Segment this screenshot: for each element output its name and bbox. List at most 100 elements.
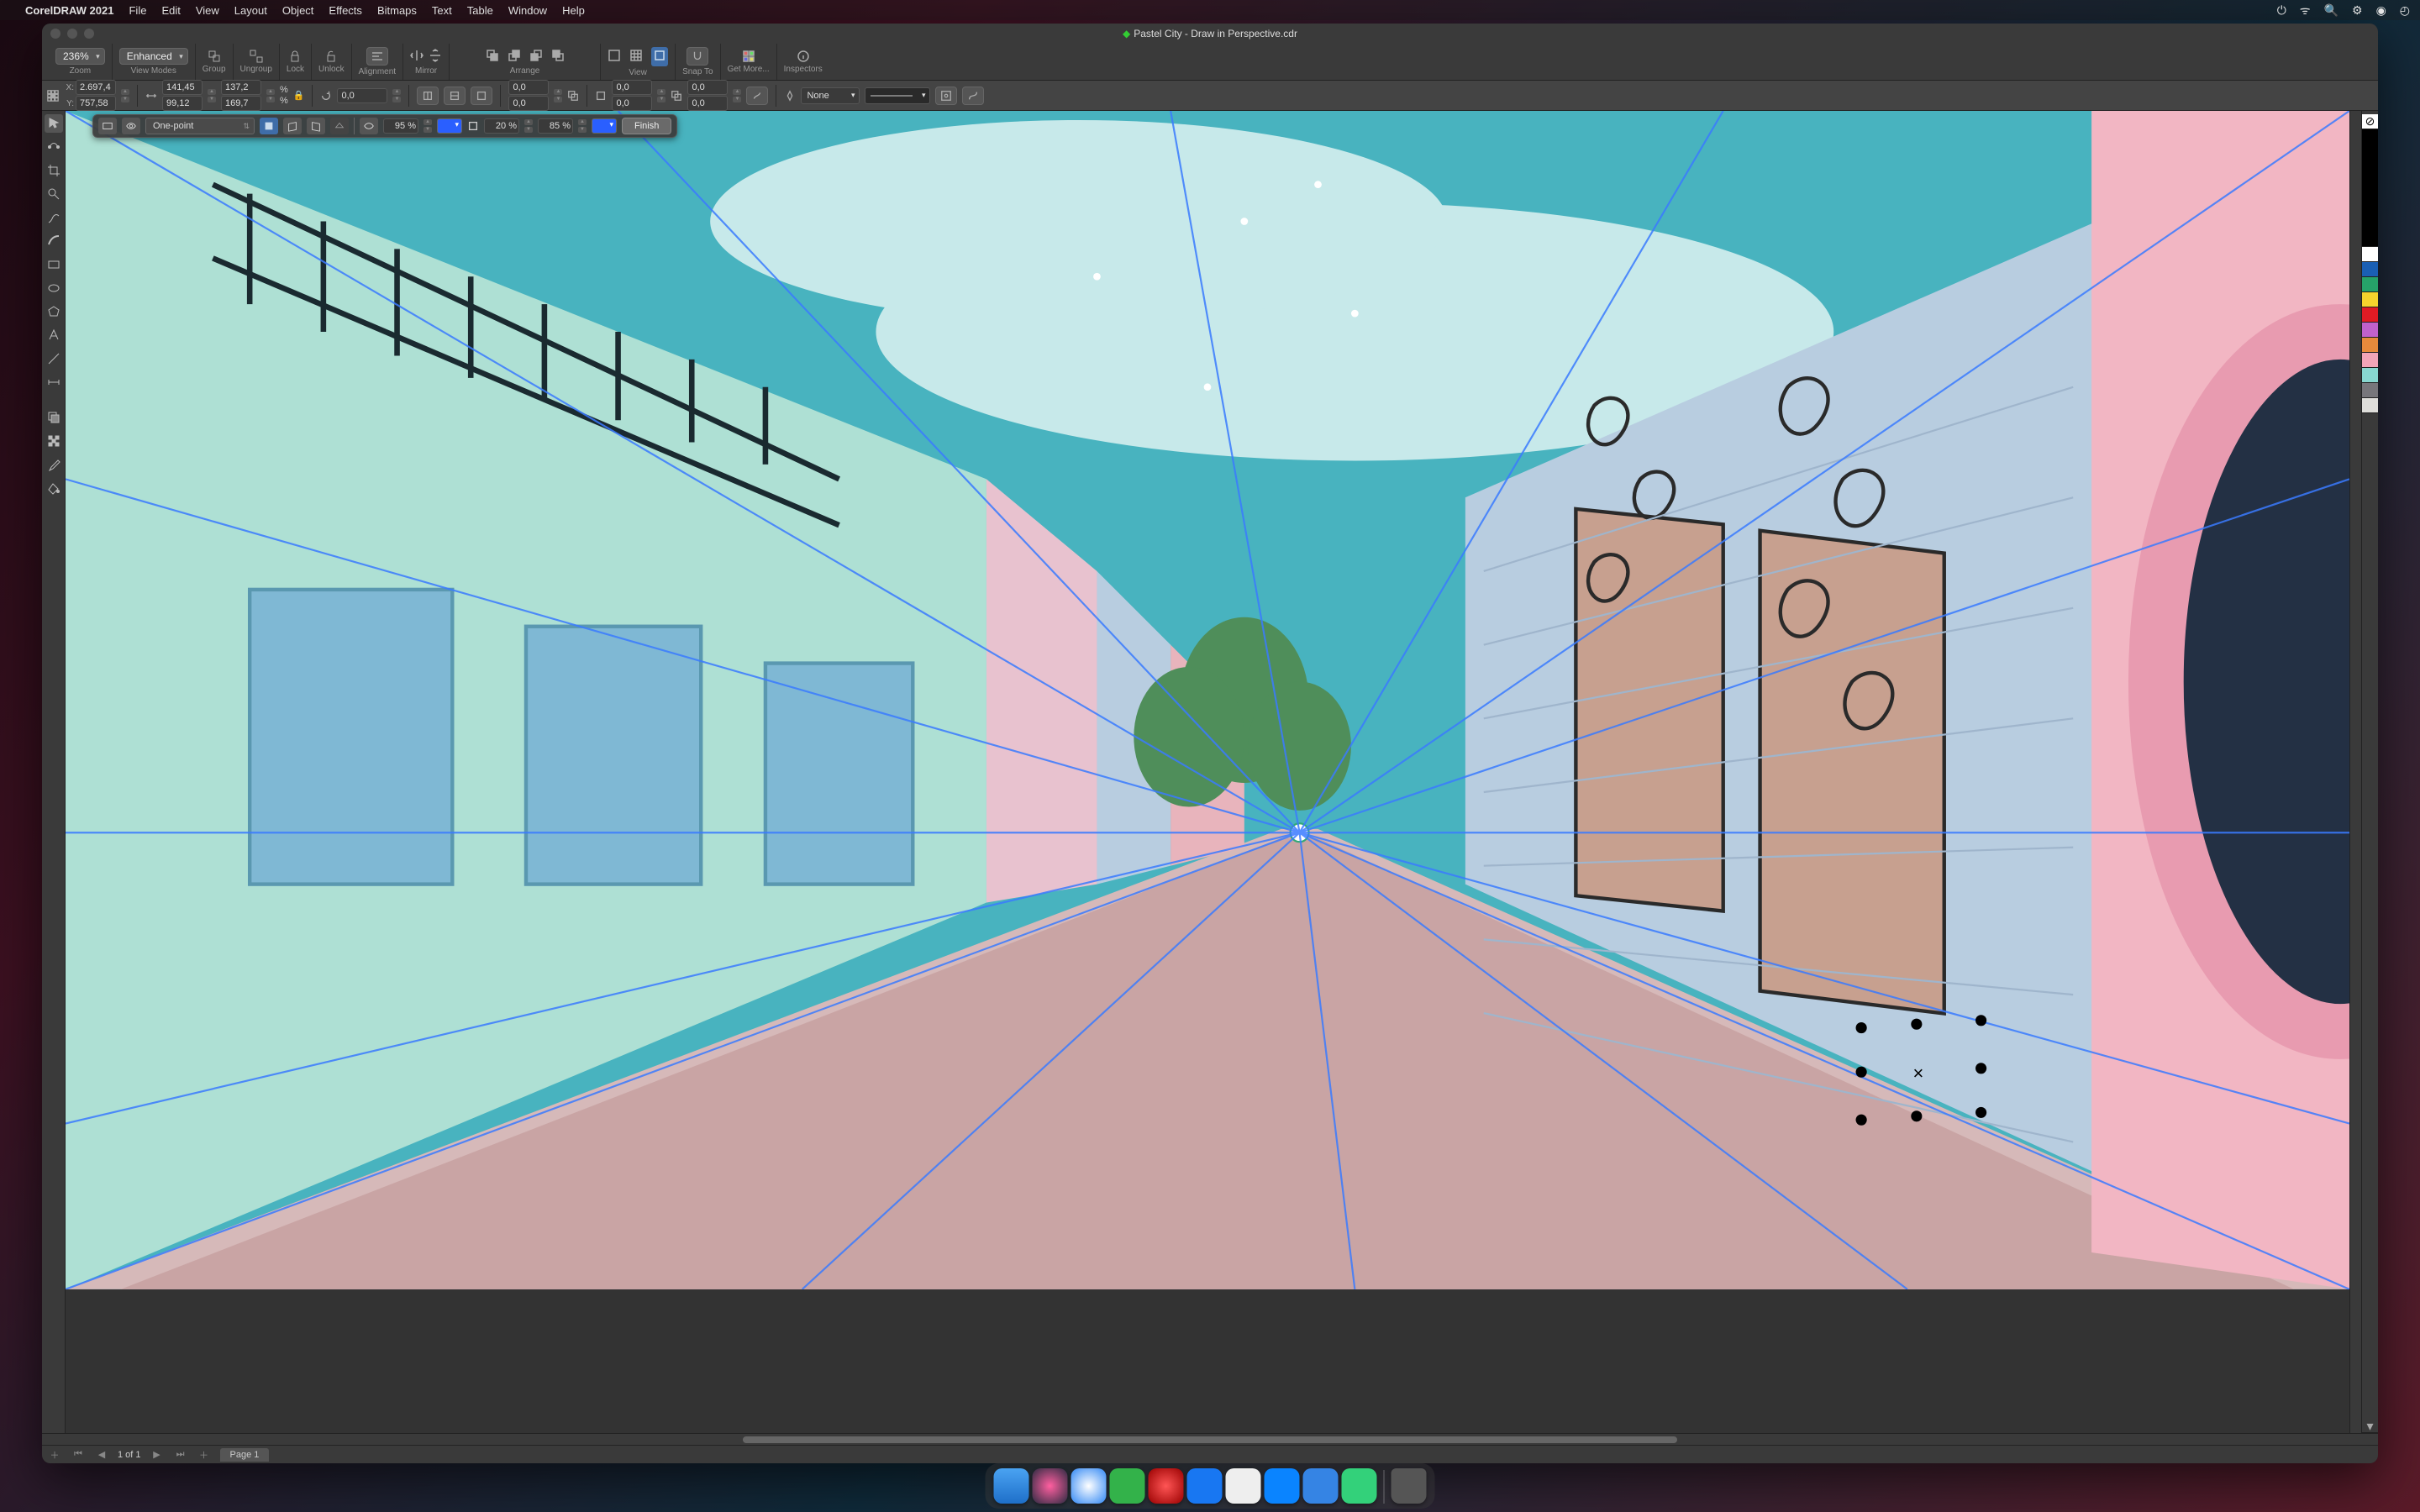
nudge-spinner[interactable]: ▲▼ (657, 88, 666, 103)
rectangle-tool[interactable] (45, 255, 63, 274)
op3-spinner[interactable]: ▲▼ (578, 118, 587, 134)
page-tab-1[interactable]: Page 1 (220, 1448, 270, 1462)
last-page-button[interactable]: ⏭ (173, 1449, 188, 1460)
order-forward-button[interactable] (508, 49, 521, 65)
nudge-y-field[interactable]: 0,0 (612, 96, 652, 111)
grid-opacity-3-field[interactable]: 85 % (538, 118, 573, 134)
prev-page-button[interactable]: ◀ (94, 1449, 109, 1460)
perspective-edit-button[interactable] (98, 118, 117, 134)
outline-style-combo[interactable] (865, 87, 930, 104)
rot-spinner[interactable]: ▲▼ (392, 88, 401, 103)
menu-edit[interactable]: Edit (161, 4, 180, 17)
view-rulers-button[interactable] (608, 49, 621, 65)
menu-file[interactable]: File (129, 4, 146, 17)
ungroup-button[interactable] (250, 50, 263, 63)
clock-icon[interactable]: ◴ (2400, 3, 2410, 18)
control-center-icon[interactable]: ⚙ (2352, 3, 2363, 18)
flip-h-button[interactable] (417, 87, 439, 105)
order-back-button[interactable] (551, 49, 565, 65)
size-spinner[interactable]: ▲▼ (208, 88, 216, 103)
traffic-zoom[interactable] (84, 29, 94, 39)
menu-effects[interactable]: Effects (329, 4, 362, 17)
zoom-level-combo[interactable]: 236% (55, 48, 105, 65)
nudge-x-field[interactable]: 0,0 (612, 80, 652, 95)
dock-launchpad[interactable] (1226, 1468, 1261, 1504)
finish-button[interactable]: Finish (622, 118, 671, 134)
palette-swatch[interactable] (2362, 368, 2378, 383)
dock-safari[interactable] (1071, 1468, 1107, 1504)
scale-spinner[interactable]: ▲▼ (266, 88, 275, 103)
fill-tool[interactable] (45, 479, 63, 497)
drawing-canvas[interactable]: × One-point 95 % ▲▼ 20 % ▲▼ (66, 111, 2349, 1433)
add-page-before-button[interactable]: ＋ (47, 1448, 62, 1462)
vertical-scrollbar[interactable] (2349, 111, 2361, 1433)
dup-spinner[interactable]: ▲▼ (733, 88, 741, 103)
line-tool[interactable] (45, 349, 63, 368)
dimension-tool[interactable] (45, 373, 63, 391)
op2-spinner[interactable]: ▲▼ (524, 118, 533, 134)
relative-button[interactable] (746, 87, 768, 105)
plane-right-button[interactable] (307, 118, 325, 134)
menu-view[interactable]: View (196, 4, 219, 17)
palette-swatch[interactable] (2362, 129, 2378, 247)
grid-color-1-swatch[interactable] (437, 118, 462, 134)
menu-object[interactable]: Object (282, 4, 314, 17)
dock-finder[interactable] (994, 1468, 1029, 1504)
app-name[interactable]: CorelDRAW 2021 (25, 4, 113, 17)
view-guidelines-button[interactable] (651, 47, 668, 66)
menu-bitmaps[interactable]: Bitmaps (377, 4, 417, 17)
menu-help[interactable]: Help (562, 4, 585, 17)
battery-icon[interactable]: ⏻ (2277, 3, 2286, 18)
group-button[interactable] (208, 50, 221, 63)
palette-swatch[interactable] (2362, 262, 2378, 277)
menu-layout[interactable]: Layout (234, 4, 267, 17)
rotation-field[interactable]: 0,0 (337, 88, 387, 103)
text-tool[interactable] (45, 326, 63, 344)
first-page-button[interactable]: ⏮ (71, 1449, 86, 1460)
dock-siri[interactable] (1033, 1468, 1068, 1504)
palette-swatch[interactable] (2362, 383, 2378, 398)
traffic-close[interactable] (50, 29, 60, 39)
palette-swatch[interactable] (2362, 398, 2378, 413)
snapto-menu-button[interactable] (687, 47, 708, 66)
next-page-button[interactable]: ▶ (150, 1449, 165, 1460)
order-backward-button[interactable] (529, 49, 543, 65)
y-position-field[interactable]: 757,58 (76, 96, 116, 111)
unlock-button[interactable] (324, 50, 338, 63)
palette-swatch[interactable] (2362, 307, 2378, 323)
view-mode-combo[interactable]: Enhanced (119, 48, 188, 65)
alignment-menu-button[interactable] (366, 47, 388, 66)
lock-ratio-button[interactable]: 🔒 (293, 90, 305, 101)
perspective-eye-button[interactable] (122, 118, 140, 134)
zoom-tool[interactable] (45, 185, 63, 203)
convert-curves-button[interactable] (962, 87, 984, 105)
dock-appstore[interactable] (1265, 1468, 1300, 1504)
inspectors-button[interactable] (797, 50, 810, 63)
width-field[interactable]: 141,45 (162, 80, 203, 95)
order-front-button[interactable] (486, 49, 499, 65)
palette-swatch[interactable] (2362, 323, 2378, 338)
scale-x-field[interactable]: 137,2 (221, 80, 261, 95)
spotlight-icon[interactable]: 🔍 (2324, 3, 2338, 18)
dup-y-field[interactable]: 0,0 (687, 96, 728, 111)
dock-mail[interactable] (1303, 1468, 1339, 1504)
shape-tool[interactable] (45, 138, 63, 156)
lock-button[interactable] (288, 50, 302, 63)
crop-tool[interactable] (45, 161, 63, 180)
outline-width-combo[interactable]: None (801, 87, 860, 104)
menu-table[interactable]: Table (467, 4, 493, 17)
plane-front-button[interactable] (260, 118, 278, 134)
grid-opacity-1-field[interactable]: 95 % (383, 118, 418, 134)
traffic-minimize[interactable] (67, 29, 77, 39)
op1-spinner[interactable]: ▲▼ (424, 118, 432, 134)
pick-tool[interactable] (45, 114, 63, 133)
add-page-after-button[interactable]: ＋ (197, 1448, 212, 1462)
skew-spinner[interactable]: ▲▼ (554, 88, 562, 103)
grid-opacity-2-field[interactable]: 20 % (484, 118, 519, 134)
dock-trash[interactable] (1392, 1468, 1427, 1504)
menu-window[interactable]: Window (508, 4, 547, 17)
pos-spinner[interactable]: ▲▼ (121, 88, 129, 103)
x-position-field[interactable]: 2.697,4 (76, 80, 116, 95)
ellipse-tool[interactable] (45, 279, 63, 297)
origin-icon[interactable] (47, 90, 59, 102)
